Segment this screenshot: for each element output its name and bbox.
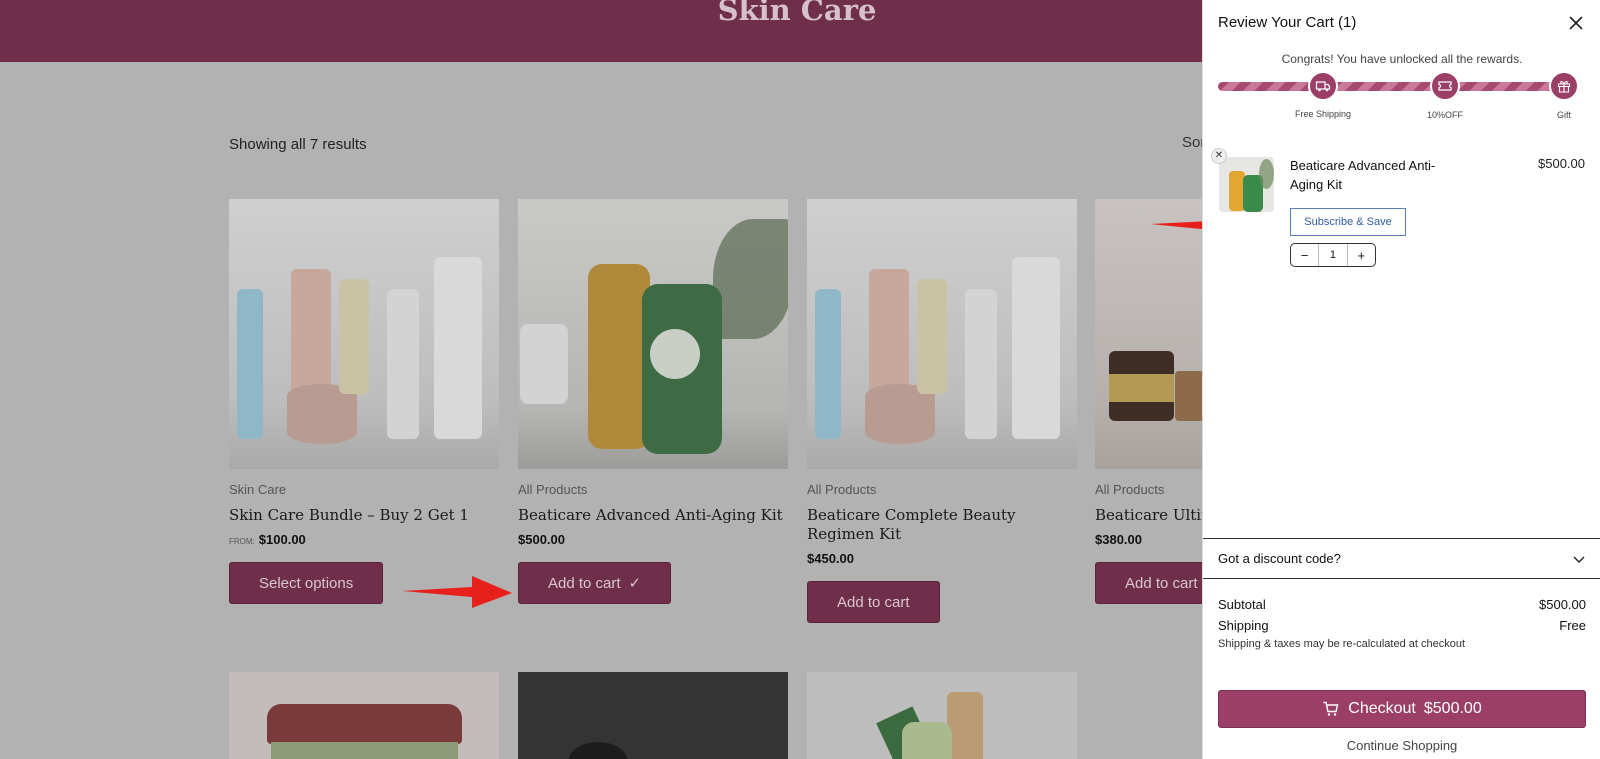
- quantity-increase-button[interactable]: +: [1348, 248, 1375, 263]
- product-title[interactable]: Beaticare Advanced Anti-Aging Kit: [518, 506, 788, 525]
- product-image[interactable]: [518, 199, 788, 469]
- product-price: $450.00: [807, 551, 854, 566]
- close-icon: ✕: [1214, 150, 1224, 161]
- close-icon[interactable]: [1566, 13, 1586, 33]
- product-title[interactable]: Skin Care Bundle – Buy 2 Get 1: [229, 506, 499, 525]
- milestone-free-shipping: [1308, 71, 1338, 101]
- product-card: All Products Beaticare Complete Beauty R…: [807, 199, 1077, 623]
- button-label: Select options: [259, 574, 354, 592]
- rewards-message: Congrats! You have unlocked all the rewa…: [1281, 52, 1523, 66]
- button-label: Add to cart: [837, 593, 910, 611]
- subtotal-label: Subtotal: [1218, 597, 1266, 612]
- shipping-label: Shipping: [1218, 618, 1269, 633]
- product-card: All Products Beaticare Advanced Anti-Agi…: [518, 199, 788, 604]
- checkout-amount: $500.00: [1423, 700, 1482, 717]
- results-count: Showing all 7 results: [229, 136, 367, 153]
- shipping-note: Shipping & taxes may be re-calculated at…: [1218, 638, 1466, 650]
- product-card: Skin Care Skin Care Bundle – Buy 2 Get 1…: [229, 199, 499, 604]
- product-category[interactable]: All Products: [807, 482, 1077, 497]
- button-label: Add to cart: [548, 574, 621, 592]
- product-category[interactable]: All Products: [518, 482, 788, 497]
- product-title[interactable]: Beaticare Complete Beauty Regimen Kit: [807, 506, 1037, 544]
- remove-item-button[interactable]: ✕: [1211, 148, 1227, 164]
- button-label: Add to cart: [1125, 574, 1198, 592]
- quantity-stepper: − 1 +: [1290, 243, 1376, 267]
- milestone-label: 10%OFF: [1426, 110, 1463, 120]
- product-image[interactable]: [807, 199, 1077, 469]
- cart-drawer: Review Your Cart (1) Congrats! You have …: [1202, 0, 1600, 759]
- subtotal-row: Subtotal $500.00: [1218, 597, 1586, 612]
- product-image[interactable]: [229, 199, 499, 469]
- gift-icon: [1557, 81, 1571, 93]
- product-image[interactable]: [518, 672, 788, 759]
- truck-icon: [1315, 81, 1331, 92]
- product-price: FROM: $100.00: [229, 532, 499, 547]
- annotation-arrow: [402, 576, 512, 608]
- cart-item-image[interactable]: [1219, 157, 1274, 212]
- continue-shopping-link[interactable]: Continue Shopping: [1203, 738, 1600, 753]
- checkout-button[interactable]: Checkout $500.00: [1218, 690, 1586, 728]
- price-prefix: FROM:: [229, 537, 255, 546]
- check-icon: ✓: [628, 575, 642, 592]
- subscribe-save-button[interactable]: Subscribe & Save: [1290, 208, 1406, 236]
- rewards-progress-bar: [1218, 82, 1578, 91]
- subtotal-value: $500.00: [1539, 597, 1586, 612]
- shipping-value: Free: [1559, 618, 1586, 633]
- discount-code-toggle[interactable]: Got a discount code?: [1203, 538, 1600, 579]
- discount-label: Got a discount code?: [1218, 551, 1341, 566]
- cart-item-price: $500.00: [1538, 156, 1585, 171]
- product-price: $500.00: [518, 532, 565, 547]
- cart-title: Review Your Cart (1): [1218, 14, 1357, 31]
- milestone-gift: [1549, 71, 1579, 101]
- cart-icon: [1323, 701, 1339, 716]
- select-options-button[interactable]: Select options: [229, 562, 384, 604]
- shipping-row: Shipping Free: [1218, 618, 1586, 633]
- chevron-down-icon: [1573, 556, 1585, 563]
- add-to-cart-button[interactable]: Add to cart: [807, 581, 940, 623]
- product-image[interactable]: [229, 672, 499, 759]
- coupon-icon: [1438, 81, 1452, 91]
- product-category[interactable]: Skin Care: [229, 482, 499, 497]
- milestone-label: Free Shipping: [1294, 109, 1352, 119]
- milestone-discount: [1430, 71, 1460, 101]
- price-value: $100.00: [258, 532, 306, 547]
- add-to-cart-button[interactable]: Add to cart ✓: [518, 562, 672, 604]
- quantity-decrease-button[interactable]: −: [1291, 248, 1318, 263]
- quantity-input[interactable]: 1: [1318, 244, 1348, 266]
- checkout-label: Checkout: [1348, 700, 1416, 717]
- product-image[interactable]: [807, 672, 1077, 759]
- cart-item-name[interactable]: Beaticare Advanced Anti-Aging Kit: [1290, 156, 1460, 194]
- milestone-label: Gift: [1556, 110, 1571, 120]
